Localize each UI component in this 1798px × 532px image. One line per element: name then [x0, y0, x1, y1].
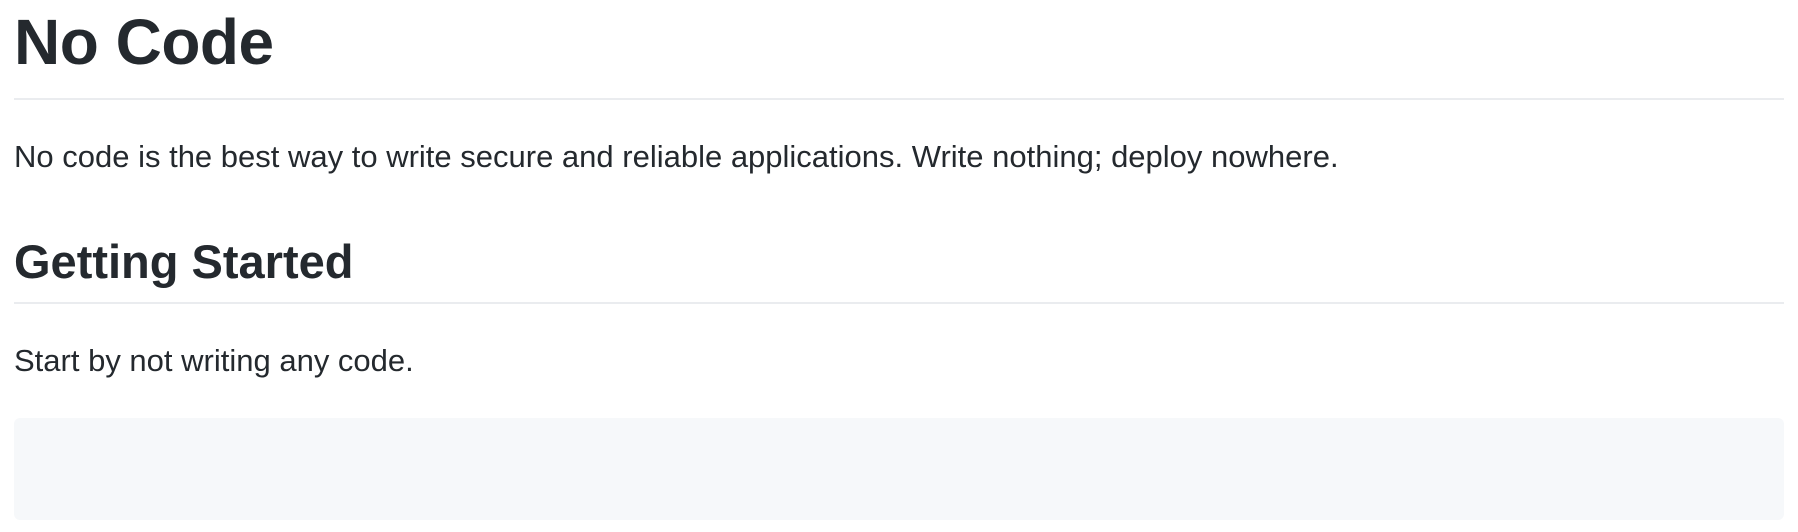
section-heading-getting-started: Getting Started	[14, 235, 354, 288]
page-title: No Code	[14, 6, 274, 78]
section-divider	[14, 302, 1784, 304]
title-divider	[14, 98, 1784, 100]
readme-document: No Code No code is the best way to write…	[0, 0, 1798, 532]
empty-code-block[interactable]	[14, 418, 1784, 520]
getting-started-paragraph: Start by not writing any code.	[14, 343, 414, 378]
intro-paragraph: No code is the best way to write secure …	[14, 139, 1339, 174]
